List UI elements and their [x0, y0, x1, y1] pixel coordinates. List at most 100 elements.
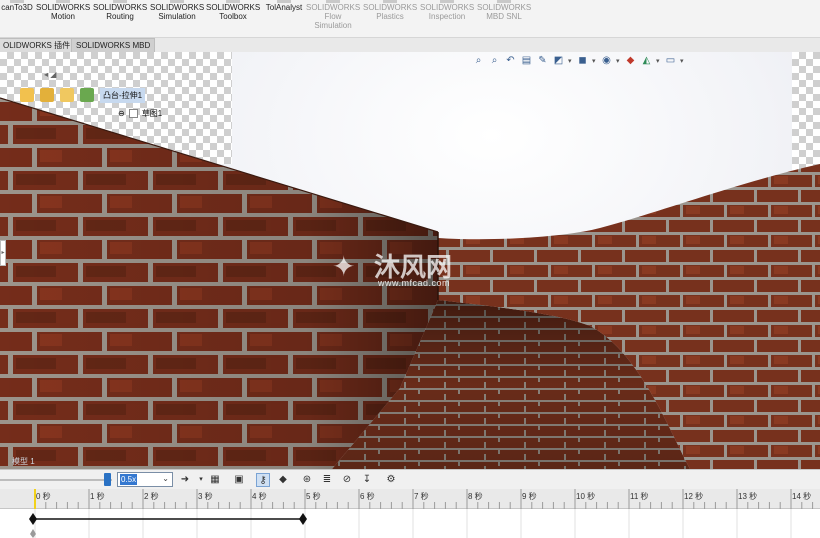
- feature-boss-extrude[interactable]: 凸台-拉伸1: [100, 87, 146, 103]
- tick-label: 12 秒: [684, 492, 704, 501]
- animation-wizard-icon[interactable]: ▣: [232, 473, 246, 487]
- keyframe-start[interactable]: [29, 513, 37, 525]
- scanto3d-button[interactable]: canTo3D: [0, 0, 34, 38]
- tab-solidworks-addins[interactable]: OLIDWORKS 插件: [0, 38, 76, 52]
- tick-label: 3 秒: [198, 492, 213, 501]
- button-label: SOLIDWORKS: [420, 3, 475, 12]
- solidworks-simulation-button[interactable]: SOLIDWORKS Simulation: [150, 0, 204, 38]
- spring-icon[interactable]: ≣: [320, 473, 334, 487]
- tick-label: 11 秒: [630, 492, 649, 501]
- solidworks-window: canTo3D SOLIDWORKS Motion SOLIDWORKS Rou…: [0, 0, 820, 538]
- feature-tree-child-row[interactable]: ⊖ 草图1: [118, 108, 162, 119]
- button-label: Motion: [50, 12, 75, 21]
- tick-label: 7 秒: [414, 492, 429, 501]
- tick-label: 9 秒: [522, 492, 537, 501]
- motion-manager-toolbar: 0.5x ⌄ ➜ ▾ ▦ ▣ ⚷ ◆ ⊛ ≣ ⊘ ↧ ⚙: [0, 469, 820, 489]
- button-label: TolAnalyst: [265, 3, 303, 12]
- autokey-icon[interactable]: ⚷: [256, 473, 270, 487]
- keyframe-end[interactable]: [299, 513, 307, 525]
- arrow-right-icon[interactable]: ➜: [178, 473, 192, 487]
- button-label: Inspection: [428, 12, 466, 21]
- chevron-down-icon[interactable]: ▾: [616, 57, 621, 65]
- tick-label: 13 秒: [738, 492, 758, 501]
- timeline-ruler: 0 秒 1 秒 2 秒 3 秒 4 秒 5 秒 6 秒 7 秒 8 秒 9 秒 …: [0, 489, 820, 509]
- button-label: Routing: [106, 12, 134, 21]
- watermark-brand-glyph: ✦: [332, 250, 355, 283]
- solidworks-inspection-button[interactable]: SOLIDWORKS Inspection: [420, 0, 474, 38]
- gravity-icon[interactable]: ↧: [360, 473, 374, 487]
- command-manager-ribbon: canTo3D SOLIDWORKS Motion SOLIDWORKS Rou…: [0, 0, 820, 38]
- material-icon: [60, 88, 74, 102]
- edit-appearance-icon[interactable]: ◆: [624, 55, 637, 67]
- panel-expand-handle[interactable]: ▸: [0, 240, 6, 266]
- dynamic-annotation-icon[interactable]: ✎: [536, 55, 549, 67]
- button-label: Flow: [324, 12, 342, 21]
- heads-up-view-toolbar: ⌕ ⌕ ↶ ▤ ✎ ◩ ▾ ◼ ▾ ◉ ▾ ◆ ◭ ▾ ▭ ▾: [472, 54, 685, 68]
- playback-speed-select[interactable]: 0.5x ⌄: [117, 472, 173, 487]
- appearance-icon: [40, 88, 54, 102]
- button-label: SOLIDWORKS: [206, 3, 261, 12]
- section-view-icon[interactable]: ▤: [520, 55, 533, 67]
- button-label: SOLIDWORKS: [306, 3, 361, 12]
- view-settings-icon[interactable]: ▭: [664, 55, 677, 67]
- watermark-url: www.mfcad.com: [378, 278, 451, 288]
- solidworks-mbd-snl-button[interactable]: SOLIDWORKS MBD SNL: [477, 0, 531, 38]
- tick-label: 14 秒: [792, 492, 812, 501]
- speed-value: 0.5x: [120, 474, 138, 485]
- button-label: MBD SNL: [486, 12, 522, 21]
- timeline-track[interactable]: [0, 509, 820, 538]
- display-style-icon[interactable]: ◼: [576, 55, 589, 67]
- part-icon: [20, 88, 34, 102]
- damper-icon[interactable]: ⊘: [340, 473, 354, 487]
- button-label: Simulation: [314, 21, 352, 30]
- expand-icon[interactable]: ⊖: [118, 109, 125, 118]
- chevron-down-icon[interactable]: ▾: [568, 57, 573, 65]
- motion-timeline[interactable]: 0 秒 1 秒 2 秒 3 秒 4 秒 5 秒 6 秒 7 秒 8 秒 9 秒 …: [0, 489, 820, 538]
- feature-tree-row[interactable]: 凸台-拉伸1: [20, 86, 146, 104]
- add-key-icon[interactable]: ◆: [276, 473, 290, 487]
- chevron-down-icon[interactable]: ▾: [592, 57, 597, 65]
- tick-label: 6 秒: [360, 492, 375, 501]
- button-label: SOLIDWORKS: [477, 3, 532, 12]
- zoom-to-area-icon[interactable]: ⌕: [488, 55, 501, 67]
- solidworks-routing-button[interactable]: SOLIDWORKS Routing: [93, 0, 147, 38]
- extrude-feature-icon: [80, 88, 94, 102]
- chevron-down-icon[interactable]: ▾: [194, 473, 208, 487]
- solidworks-toolbox-button[interactable]: SOLIDWORKS Toolbox: [206, 0, 260, 38]
- graphics-viewport[interactable]: ⌕ ⌕ ↶ ▤ ✎ ◩ ▾ ◼ ▾ ◉ ▾ ◆ ◭ ▾ ▭ ▾ ◂ ◢ 凸台-拉…: [0, 52, 820, 469]
- solidworks-flow-simulation-button[interactable]: SOLIDWORKS Flow Simulation: [306, 0, 360, 38]
- button-label: canTo3D: [1, 3, 33, 12]
- tolanalyst-button[interactable]: TolAnalyst: [262, 0, 306, 38]
- chevron-down-icon[interactable]: ▾: [656, 57, 661, 65]
- solidworks-motion-button[interactable]: SOLIDWORKS Motion: [36, 0, 90, 38]
- tick-label: 5 秒: [306, 492, 321, 501]
- button-label: SOLIDWORKS: [363, 3, 418, 12]
- tick-label: 10 秒: [576, 492, 596, 501]
- view-orientation-icon[interactable]: ◩: [552, 55, 565, 67]
- button-label: SOLIDWORKS: [93, 3, 148, 12]
- motor-icon[interactable]: ⊛: [300, 473, 314, 487]
- tick-label: 2 秒: [144, 492, 159, 501]
- tab-solidworks-mbd[interactable]: SOLIDWORKS MBD: [71, 38, 156, 52]
- previous-view-icon[interactable]: ↶: [504, 55, 517, 67]
- playback-speed-slider[interactable]: [0, 479, 112, 481]
- hide-show-items-icon[interactable]: ◉: [600, 55, 613, 67]
- tree-collapse-handle[interactable]: ◂ ◢: [44, 70, 56, 79]
- command-tabs: OLIDWORKS 插件 SOLIDWORKS MBD: [0, 38, 820, 52]
- tick-label: 0 秒: [36, 492, 51, 501]
- solidworks-plastics-button[interactable]: SOLIDWORKS Plastics: [363, 0, 417, 38]
- button-label: Plastics: [376, 12, 404, 21]
- button-label: SOLIDWORKS: [150, 3, 205, 12]
- save-animation-icon[interactable]: ▦: [208, 473, 222, 487]
- tick-label: 1 秒: [90, 492, 105, 501]
- zoom-to-fit-icon[interactable]: ⌕: [472, 55, 485, 67]
- button-label: Toolbox: [219, 12, 247, 21]
- tick-label: 4 秒: [252, 492, 267, 501]
- gear-icon[interactable]: ⚙: [384, 473, 398, 487]
- chevron-down-icon: ⌄: [162, 474, 169, 483]
- slider-thumb[interactable]: [104, 473, 111, 486]
- button-label: SOLIDWORKS: [36, 3, 91, 12]
- sketch-icon: [128, 109, 138, 118]
- chevron-down-icon[interactable]: ▾: [680, 57, 685, 65]
- apply-scene-icon[interactable]: ◭: [640, 55, 653, 67]
